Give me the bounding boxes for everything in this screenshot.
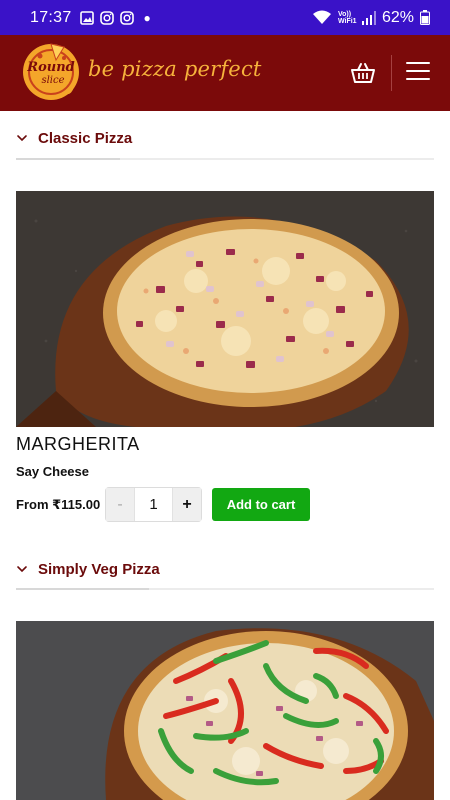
quantity-minus-button[interactable]: - bbox=[106, 488, 135, 521]
more-notifications-dot: ● bbox=[143, 10, 151, 25]
battery-icon bbox=[420, 10, 430, 25]
gallery-icon bbox=[79, 10, 94, 25]
product-name[interactable]: MARGHERITA bbox=[16, 434, 140, 455]
section-divider bbox=[16, 588, 434, 590]
product-image-veg-pizza[interactable] bbox=[16, 621, 434, 800]
chevron-down-icon bbox=[17, 135, 27, 142]
svg-text:slice: slice bbox=[41, 75, 64, 86]
svg-text:Round: Round bbox=[26, 60, 74, 75]
chevron-down-icon bbox=[17, 566, 27, 573]
quantity-input[interactable] bbox=[135, 488, 172, 521]
product-price: From ₹115.00 bbox=[16, 497, 100, 513]
network-label: Vo)) WiFi1 bbox=[337, 10, 357, 25]
section-simply-veg-pizza[interactable]: Simply Veg Pizza bbox=[16, 554, 434, 584]
status-right: Vo)) WiFi1 62% bbox=[312, 9, 430, 27]
product-subtitle: Say Cheese bbox=[16, 464, 89, 479]
signal-icon bbox=[361, 10, 376, 25]
price-amount: ₹115.00 bbox=[52, 497, 101, 512]
instagram-icon bbox=[119, 10, 134, 25]
section-classic-pizza[interactable]: Classic Pizza bbox=[16, 123, 434, 153]
status-time: 17:37 bbox=[30, 8, 72, 26]
quantity-stepper: - + bbox=[105, 487, 202, 522]
app-header: Round slice be pizza perfect bbox=[0, 35, 450, 111]
hamburger-menu-icon[interactable] bbox=[406, 62, 430, 84]
round-slice-logo[interactable]: Round slice bbox=[20, 38, 82, 106]
price-label: From bbox=[16, 497, 49, 512]
section-title: Simply Veg Pizza bbox=[38, 560, 160, 578]
product-image-margherita[interactable] bbox=[16, 191, 434, 427]
quantity-plus-button[interactable]: + bbox=[172, 488, 201, 521]
status-bar: 17:37 ● Vo)) WiFi1 62% bbox=[0, 0, 450, 35]
section-divider bbox=[16, 158, 434, 160]
section-title: Classic Pizza bbox=[38, 129, 133, 147]
battery-percent: 62% bbox=[381, 8, 414, 26]
tagline: be pizza perfect bbox=[88, 57, 262, 81]
notification-icons: ● bbox=[79, 10, 151, 25]
cart-icon[interactable] bbox=[350, 61, 376, 85]
wifi-icon bbox=[312, 10, 331, 24]
header-divider bbox=[391, 55, 392, 91]
instagram-icon bbox=[99, 10, 114, 25]
add-to-cart-button[interactable]: Add to cart bbox=[212, 488, 310, 521]
